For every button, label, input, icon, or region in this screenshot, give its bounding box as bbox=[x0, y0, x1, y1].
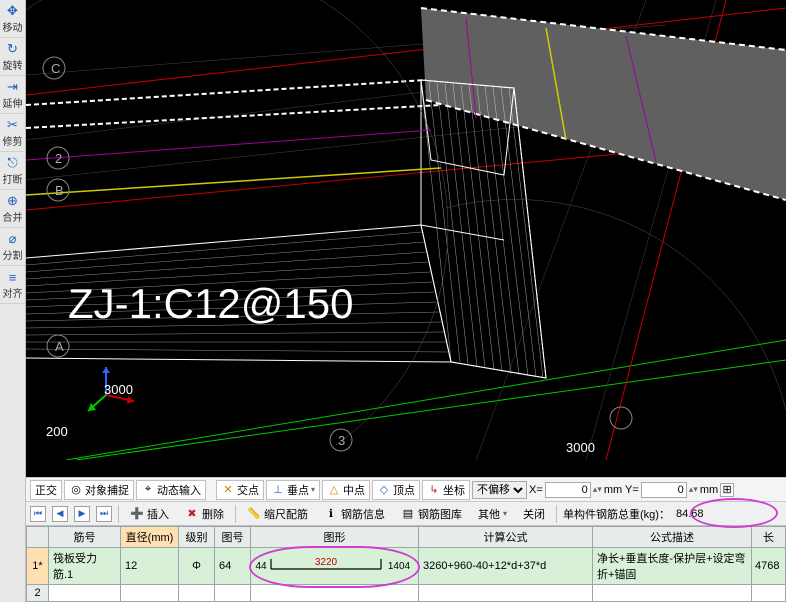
cell-shape[interactable]: 44 3220 1404 bbox=[251, 548, 419, 585]
diamond-icon: ◇ bbox=[377, 483, 391, 497]
dyninput-toggle[interactable]: ⌖动态输入 bbox=[136, 480, 206, 500]
tool-label: 对齐 bbox=[3, 285, 23, 300]
input-icon[interactable]: ⊞ bbox=[720, 483, 734, 497]
tool-label: 移动 bbox=[3, 19, 23, 34]
cell-diameter[interactable]: 12 bbox=[121, 548, 179, 585]
svg-text:3220: 3220 bbox=[314, 557, 337, 568]
lib-icon: ▤ bbox=[401, 507, 415, 521]
svg-text:44: 44 bbox=[255, 561, 267, 572]
tool-icon: ⊕ bbox=[7, 193, 18, 209]
nav-last-btn[interactable]: ⏭ bbox=[96, 506, 112, 522]
axes-icon: ↳ bbox=[427, 483, 441, 497]
cell-figno[interactable]: 64 bbox=[215, 548, 251, 585]
tool-修剪[interactable]: ✂修剪 bbox=[0, 114, 25, 152]
target-icon: ◎ bbox=[69, 483, 83, 497]
col-shape[interactable]: 图形 bbox=[251, 527, 419, 548]
nav-prev-btn[interactable]: ◀ bbox=[52, 506, 68, 522]
status-bar: 正交 ◎对象捕捉 ⌖动态输入 ✕交点 ⊥垂点▾ △中点 ◇顶点 ↳坐标 不偏移 … bbox=[26, 477, 786, 501]
apex-snap[interactable]: ◇顶点 bbox=[372, 480, 420, 500]
col-formula[interactable]: 计算公式 bbox=[419, 527, 593, 548]
row-num: 1* bbox=[27, 548, 49, 585]
y-label: mm Y= bbox=[604, 484, 639, 496]
weight-label: 单构件钢筋总重(kg)： bbox=[563, 506, 670, 522]
col-diameter[interactable]: 直径(mm) bbox=[121, 527, 179, 548]
x-input[interactable] bbox=[545, 482, 591, 498]
tool-label: 修剪 bbox=[3, 133, 23, 148]
col-rownum[interactable] bbox=[27, 527, 49, 548]
nav-next-btn[interactable]: ▶ bbox=[74, 506, 90, 522]
offset-select[interactable]: 不偏移 bbox=[472, 481, 527, 499]
x-label: X= bbox=[529, 484, 543, 496]
tool-旋转[interactable]: ↻旋转 bbox=[0, 38, 25, 76]
triangle-icon: △ bbox=[327, 483, 341, 497]
col-length[interactable]: 长 bbox=[752, 527, 786, 548]
tool-label: 延伸 bbox=[3, 95, 23, 110]
row-num: 2 bbox=[27, 585, 49, 602]
tool-icon: ⌀ bbox=[9, 231, 17, 247]
tool-对齐[interactable]: ≡对齐 bbox=[0, 266, 25, 304]
table-row[interactable]: 1* 筏板受力筋.1 12 Φ 64 44 3220 1404 bbox=[27, 548, 786, 585]
tool-label: 打断 bbox=[3, 171, 23, 186]
perp-snap[interactable]: ⊥垂点▾ bbox=[266, 480, 320, 500]
tool-label: 分割 bbox=[3, 247, 23, 262]
osnap-toggle[interactable]: ◎对象捕捉 bbox=[64, 480, 134, 500]
ruler-icon: 📏 bbox=[247, 507, 261, 521]
tool-label: 合并 bbox=[3, 209, 23, 224]
perp-icon: ⊥ bbox=[271, 483, 285, 497]
cell-length[interactable]: 4768 bbox=[752, 548, 786, 585]
y-input[interactable] bbox=[641, 482, 687, 498]
tool-延伸[interactable]: ⇥延伸 bbox=[0, 76, 25, 114]
svg-text:1404: 1404 bbox=[387, 561, 410, 572]
rebar-table: 筋号 直径(mm) 级别 图号 图形 计算公式 公式描述 长 1* 筏板受力筋.… bbox=[26, 525, 786, 602]
cell-desc[interactable]: 净长+垂直长度-保护层+设定弯折+锚固 bbox=[593, 548, 752, 585]
tool-打断[interactable]: ⎋打断 bbox=[0, 152, 25, 190]
cad-viewport[interactable]: ZJ-1:C12@150 3000 200 3000 C 2 B A 3 bbox=[26, 0, 786, 477]
close-btn[interactable]: 关闭 bbox=[518, 504, 550, 524]
col-figno[interactable]: 图号 bbox=[215, 527, 251, 548]
lib-btn[interactable]: ▤钢筋图库 bbox=[396, 504, 467, 524]
tool-分割[interactable]: ⌀分割 bbox=[0, 228, 25, 266]
cursor-icon: ⌖ bbox=[141, 483, 155, 497]
coord-toggle[interactable]: ↳坐标 bbox=[422, 480, 470, 500]
other-btn[interactable]: 其他▾ bbox=[473, 504, 512, 524]
info-icon: ℹ bbox=[324, 507, 338, 521]
ortho-toggle[interactable]: 正交 bbox=[30, 480, 62, 500]
col-name[interactable]: 筋号 bbox=[49, 527, 121, 548]
tool-icon: ✂ bbox=[7, 117, 18, 133]
tool-合并[interactable]: ⊕合并 bbox=[0, 190, 25, 228]
delete-btn[interactable]: ✖删除 bbox=[180, 504, 229, 524]
tool-icon: ⇥ bbox=[7, 79, 18, 95]
plus-icon: ➕ bbox=[130, 507, 144, 521]
mid-snap[interactable]: △中点 bbox=[322, 480, 370, 500]
tool-icon: ✥ bbox=[7, 3, 18, 19]
tool-icon: ≡ bbox=[9, 270, 17, 285]
cross-icon: ✕ bbox=[221, 483, 235, 497]
col-desc[interactable]: 公式描述 bbox=[593, 527, 752, 548]
tool-icon: ⎋ bbox=[7, 155, 17, 171]
scale-btn[interactable]: 📏缩尺配筋 bbox=[242, 504, 313, 524]
table-row[interactable]: 2 bbox=[27, 585, 786, 602]
cell-grade[interactable]: Φ bbox=[179, 548, 215, 585]
insert-btn[interactable]: ➕插入 bbox=[125, 504, 174, 524]
tool-label: 旋转 bbox=[3, 57, 23, 72]
nav-first-btn[interactable]: ⏮ bbox=[30, 506, 46, 522]
mm-label: mm bbox=[700, 484, 718, 496]
cell-name[interactable]: 筏板受力筋.1 bbox=[49, 548, 121, 585]
col-grade[interactable]: 级别 bbox=[179, 527, 215, 548]
tool-移动[interactable]: ✥移动 bbox=[0, 0, 25, 38]
weight-value: 84.68 bbox=[676, 508, 704, 520]
cell-formula[interactable]: 3260+960-40+12*d+37*d bbox=[419, 548, 593, 585]
info-btn[interactable]: ℹ钢筋信息 bbox=[319, 504, 390, 524]
x-icon: ✖ bbox=[185, 507, 199, 521]
tool-icon: ↻ bbox=[7, 41, 18, 57]
rebar-toolbar: ⏮ ◀ ▶ ⏭ ➕插入 ✖删除 📏缩尺配筋 ℹ钢筋信息 ▤钢筋图库 其他▾ 关闭… bbox=[26, 501, 786, 525]
intersect-snap[interactable]: ✕交点 bbox=[216, 480, 264, 500]
